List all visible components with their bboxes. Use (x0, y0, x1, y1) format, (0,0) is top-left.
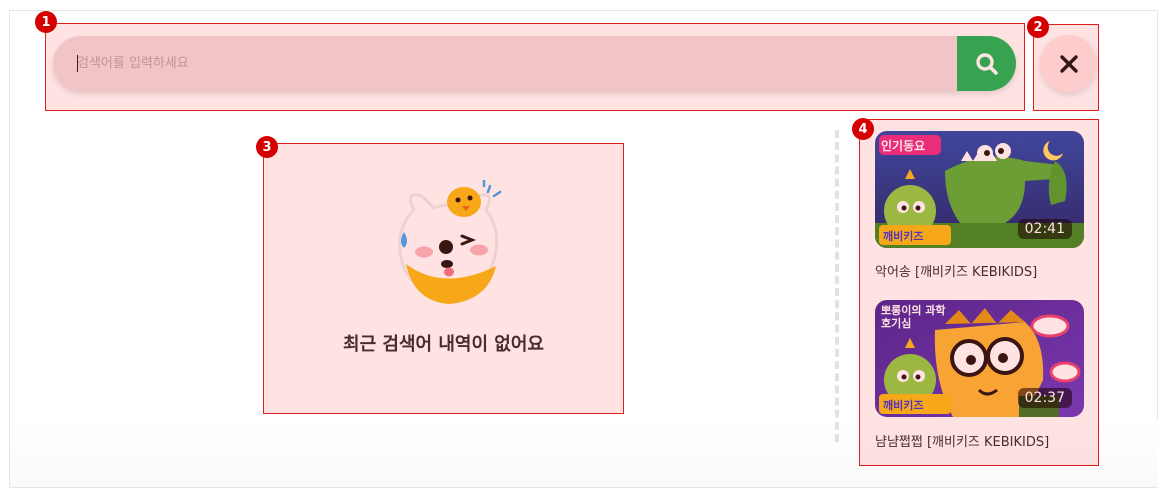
annotation-box-3 (263, 143, 624, 414)
annotation-box-1 (45, 23, 1025, 111)
annotation-box-4 (859, 119, 1099, 466)
annotation-badge-4: 4 (852, 118, 874, 140)
annotation-badge-3: 3 (256, 136, 278, 158)
annotation-badge-2: 2 (1027, 16, 1049, 38)
annotation-box-2 (1033, 24, 1099, 111)
column-divider (835, 130, 839, 442)
annotation-badge-1: 1 (35, 11, 57, 33)
